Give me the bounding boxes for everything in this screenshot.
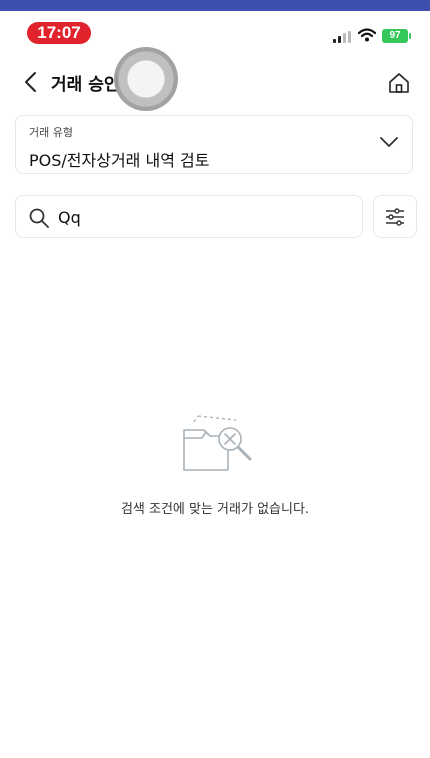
chevron-down-icon [380, 137, 398, 147]
search-icon [29, 208, 49, 228]
transaction-type-select[interactable]: 거래 유형 POS/전자상거래 내역 검토 [15, 115, 413, 174]
status-bar: 17:07 97 [0, 11, 430, 53]
top-accent-bar [0, 0, 430, 11]
app-header: 거래 승인 [0, 53, 430, 111]
home-button[interactable] [386, 70, 412, 96]
status-time: 17:07 [27, 22, 91, 44]
empty-folder-search-icon [183, 415, 252, 471]
filter-button[interactable] [373, 195, 417, 238]
page-title: 거래 승인 [51, 75, 120, 95]
transaction-type-label: 거래 유형 [29, 126, 73, 139]
search-box[interactable] [15, 195, 363, 238]
cellular-signal-icon [333, 31, 353, 43]
empty-state-message: 검색 조건에 맞는 거래가 없습니다. [120, 502, 310, 517]
assistive-touch-button[interactable] [114, 47, 178, 111]
chevron-left-icon [25, 72, 36, 92]
home-icon [389, 73, 409, 93]
filter-sliders-icon [386, 207, 404, 226]
back-button[interactable] [16, 67, 44, 97]
battery-icon: 97 [382, 29, 411, 43]
search-input[interactable] [58, 202, 348, 232]
wifi-icon [358, 28, 376, 42]
transaction-type-value: POS/전자상거래 내역 검토 [29, 151, 210, 170]
